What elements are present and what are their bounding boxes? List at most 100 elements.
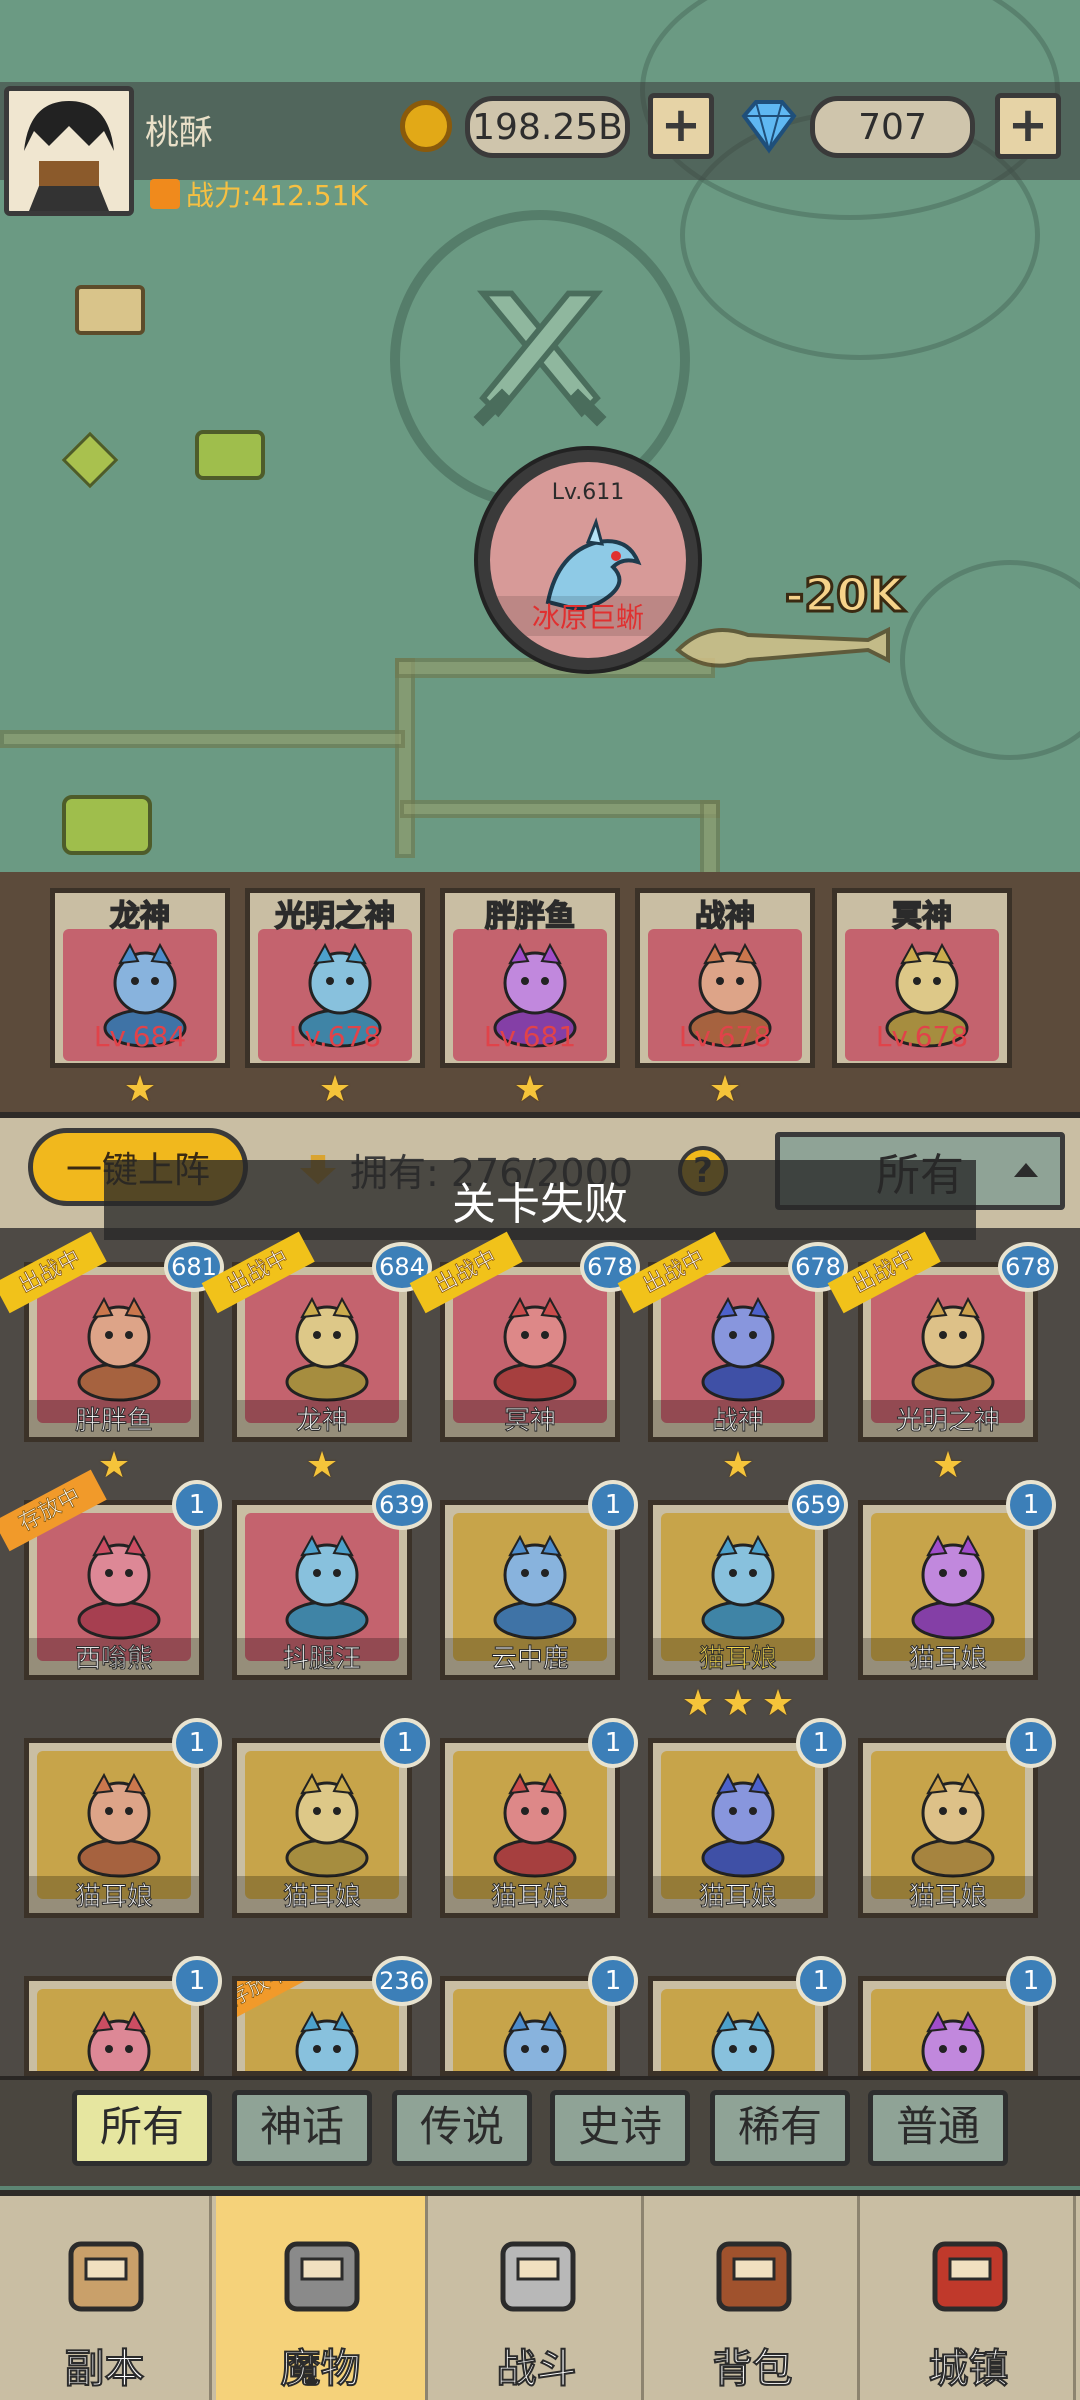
nav-item[interactable]: 战斗 (432, 2196, 644, 2400)
level-badge: 1 (588, 1956, 638, 2006)
map-tile-icon[interactable] (195, 430, 265, 480)
roster-card[interactable]: 猫耳娘 (858, 1738, 1038, 1918)
damage-number: -20K (784, 567, 906, 624)
add-gems-button[interactable]: + (995, 93, 1061, 159)
nav-item[interactable]: 城镇 (864, 2196, 1076, 2400)
star-icon: ★ (708, 1069, 742, 1110)
level-badge: 1 (796, 1956, 846, 2006)
team-slot[interactable]: 光明之神 Lv.678 (245, 888, 425, 1068)
add-coins-button[interactable]: + (648, 93, 714, 159)
map-path (0, 730, 405, 748)
rarity-tab[interactable]: 神话 (232, 2090, 372, 2166)
roster-card-name: 冥神 (445, 1400, 615, 1437)
rarity-tab[interactable]: 史诗 (550, 2090, 690, 2166)
roster-card[interactable]: 出战中 冥神 (409, 1231, 620, 1442)
monster-sprite-icon (711, 2010, 775, 2071)
coin-amount: 198.25B (465, 96, 630, 158)
boss-level: Lv.611 (551, 480, 625, 505)
rarity-tab[interactable]: 所有 (72, 2090, 212, 2166)
team-slot[interactable]: 胖胖鱼 Lv.681 (440, 888, 620, 1068)
roster-card[interactable]: 猫耳娘 (24, 1738, 204, 1918)
team-slot-level: Lv.684 (93, 1020, 187, 1053)
roster-card-name: 战神 (653, 1400, 823, 1437)
roster-card[interactable]: 出战中 龙神 (201, 1231, 412, 1442)
roster-card[interactable]: 出战中 战神 (617, 1231, 828, 1442)
team-slot-name: 胖胖鱼 (484, 898, 576, 935)
roster-card[interactable]: 猫耳娘 (648, 1738, 828, 1918)
team-slot-name: 冥神 (891, 898, 953, 935)
monster-sprite-icon (911, 1772, 995, 1878)
rarity-tab[interactable]: 稀有 (710, 2090, 850, 2166)
level-badge: 1 (796, 1718, 846, 1768)
map-hand-icon[interactable] (75, 285, 145, 335)
nav-item-label: 副本 (64, 2345, 146, 2393)
nav-item[interactable]: 副本 (0, 2196, 212, 2400)
rarity-tab[interactable]: 普通 (868, 2090, 1008, 2166)
boss-name: 冰原巨蜥 (490, 596, 686, 636)
roster-card-name: 猫耳娘 (863, 1638, 1033, 1675)
nav-item[interactable]: 背包 (648, 2196, 860, 2400)
castle-icon (920, 2224, 1020, 2324)
team-slot[interactable]: 冥神 Lv.678 (832, 888, 1012, 1068)
map-path (395, 658, 415, 858)
level-badge: 1 (1006, 1718, 1056, 1768)
map-path (400, 800, 720, 818)
boss-portrait[interactable]: Lv.611 冰原巨蜥 (478, 450, 698, 670)
roster-card-name: 猫耳娘 (237, 1876, 407, 1913)
monster-sprite-icon (921, 2010, 985, 2071)
level-badge: 678 (998, 1242, 1058, 1292)
map-tile-icon[interactable] (61, 431, 119, 489)
roster-card[interactable]: 猫耳娘 (232, 1738, 412, 1918)
roster-card[interactable]: 云中鹿 (440, 1500, 620, 1680)
monster-sprite-icon (493, 1534, 577, 1640)
crossed-swords-icon (488, 2224, 588, 2324)
roster-card-name: 西嗡熊 (29, 1638, 199, 1675)
monster-sprite-icon (911, 1534, 995, 1640)
team-slot-name: 战神 (694, 898, 756, 935)
map-tile-icon[interactable] (62, 795, 152, 855)
rarity-tab[interactable]: 传说 (392, 2090, 532, 2166)
level-badge: 639 (372, 1480, 432, 1530)
nav-item[interactable]: 魔物 (216, 2196, 428, 2400)
monster-sprite-icon (295, 2010, 359, 2071)
combat-power-text: 战力:412.51K (186, 179, 368, 212)
roster-card[interactable]: 抖腿汪 (232, 1500, 412, 1680)
roster-card[interactable]: 猫耳娘 (648, 1500, 828, 1680)
monster-sprite-icon (911, 1296, 995, 1402)
monster-sprite-icon (493, 1296, 577, 1402)
level-badge: 1 (172, 1480, 222, 1530)
avatar-face-icon (9, 91, 129, 211)
level-badge: 1 (1006, 1956, 1056, 2006)
star-icon: ★ (721, 1445, 755, 1486)
coin-icon (400, 100, 452, 152)
level-failed-toast: 关卡失败 (104, 1160, 976, 1240)
roster-card-name: 猫耳娘 (445, 1876, 615, 1913)
team-slot[interactable]: 龙神 Lv.684 (50, 888, 230, 1068)
level-badge: 1 (588, 1480, 638, 1530)
star-icon: ★ (681, 1683, 715, 1724)
roster-card[interactable]: 出战中 光明之神 (827, 1231, 1038, 1442)
roster-card-name: 抖腿汪 (237, 1638, 407, 1675)
monster-sprite-icon (77, 1296, 161, 1402)
avatar[interactable] (4, 86, 134, 216)
team-slot-level: Lv.678 (288, 1020, 382, 1053)
roster-card-name: 猫耳娘 (863, 1876, 1033, 1913)
roster-card[interactable]: 猫耳娘 (858, 1500, 1038, 1680)
level-badge: 659 (788, 1480, 848, 1530)
star-icon: ★ (761, 1683, 795, 1724)
nav-item-label: 背包 (712, 2345, 794, 2393)
roster-card[interactable]: 存放中 西嗡熊 (0, 1469, 204, 1680)
backpack-icon (704, 2224, 804, 2324)
level-badge: 1 (1006, 1480, 1056, 1530)
player-name: 桃酥 (145, 113, 213, 153)
team-slot-level: Lv.678 (678, 1020, 772, 1053)
roster-card-name: 光明之神 (863, 1400, 1033, 1437)
star-icon: ★ (513, 1069, 547, 1110)
star-icon: ★ (123, 1069, 157, 1110)
team-slot[interactable]: 战神 Lv.678 (635, 888, 815, 1068)
roster-card[interactable]: 猫耳娘 (440, 1738, 620, 1918)
roster-card-name: 猫耳娘 (653, 1876, 823, 1913)
roster-card-name: 胖胖鱼 (29, 1400, 199, 1437)
roster-card[interactable]: 出战中 胖胖鱼 (0, 1231, 204, 1442)
level-badge: 1 (172, 1718, 222, 1768)
